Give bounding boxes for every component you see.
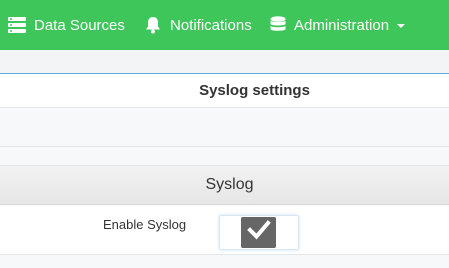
blank-row (0, 255, 449, 268)
panel-title: Syslog settings (0, 74, 449, 108)
nav-item-label: Administration (294, 16, 390, 34)
enable-syslog-label: Enable Syslog (103, 217, 187, 232)
blank-row (0, 147, 449, 166)
page-spacer (0, 50, 449, 73)
chevron-down-icon (397, 24, 406, 28)
nav-item-notifications[interactable]: Notifications (144, 0, 252, 50)
nav-item-label: Data Sources (34, 16, 125, 34)
enable-syslog-checkbox[interactable] (219, 215, 299, 250)
setting-row-enable-syslog: Enable Syslog (0, 206, 449, 255)
nav-item-label: Notifications (170, 16, 252, 34)
database-icon (270, 16, 286, 34)
nav-item-data-sources[interactable]: Data Sources (8, 0, 125, 50)
syslog-settings-panel: Syslog settings Syslog Enable Syslog (0, 73, 449, 268)
checkmark-icon (246, 219, 271, 246)
bell-icon (144, 16, 162, 34)
top-navigation-bar: Data Sources Notifications Administratio… (0, 0, 449, 50)
section-header-syslog: Syslog (0, 166, 449, 205)
server-icon (8, 17, 26, 33)
nav-item-administration[interactable]: Administration (270, 0, 406, 50)
blank-row (0, 109, 449, 147)
checkbox-box (241, 217, 276, 248)
